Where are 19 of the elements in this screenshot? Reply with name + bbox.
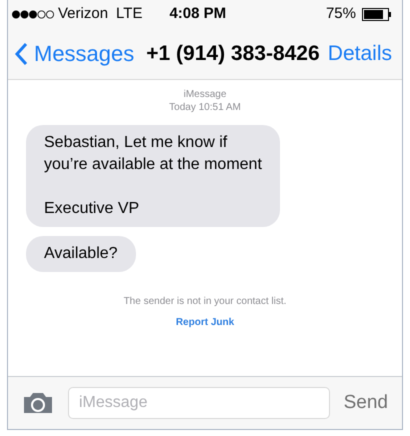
back-chevron-icon bbox=[14, 42, 28, 66]
message-timestamp: Today 10:51 AM bbox=[169, 101, 241, 114]
status-time: 4:08 PM bbox=[169, 4, 226, 24]
send-button[interactable]: Send bbox=[344, 388, 388, 418]
contact-number: +1 (914) 383-8426 bbox=[146, 40, 320, 67]
unknown-sender-notice: The sender is not in your contact list. bbox=[124, 295, 286, 309]
details-button[interactable]: Details bbox=[328, 38, 392, 70]
report-junk-link[interactable]: Report Junk bbox=[176, 315, 234, 330]
network-type: LTE bbox=[116, 4, 142, 24]
message-bubble: Sebastian, Let me know if you’re available at the moment Executive VP bbox=[26, 125, 280, 227]
back-button[interactable]: Messages bbox=[14, 37, 134, 70]
service-label: iMessage bbox=[184, 88, 226, 101]
battery-percent: 75% bbox=[326, 4, 356, 24]
message-input-field[interactable]: iMessage bbox=[68, 387, 330, 419]
message-bubble: Available? bbox=[26, 236, 136, 272]
carrier-name: Verizon bbox=[58, 4, 108, 24]
battery-icon bbox=[362, 8, 392, 20]
signal-icon bbox=[12, 10, 54, 18]
camera-icon bbox=[22, 391, 54, 415]
